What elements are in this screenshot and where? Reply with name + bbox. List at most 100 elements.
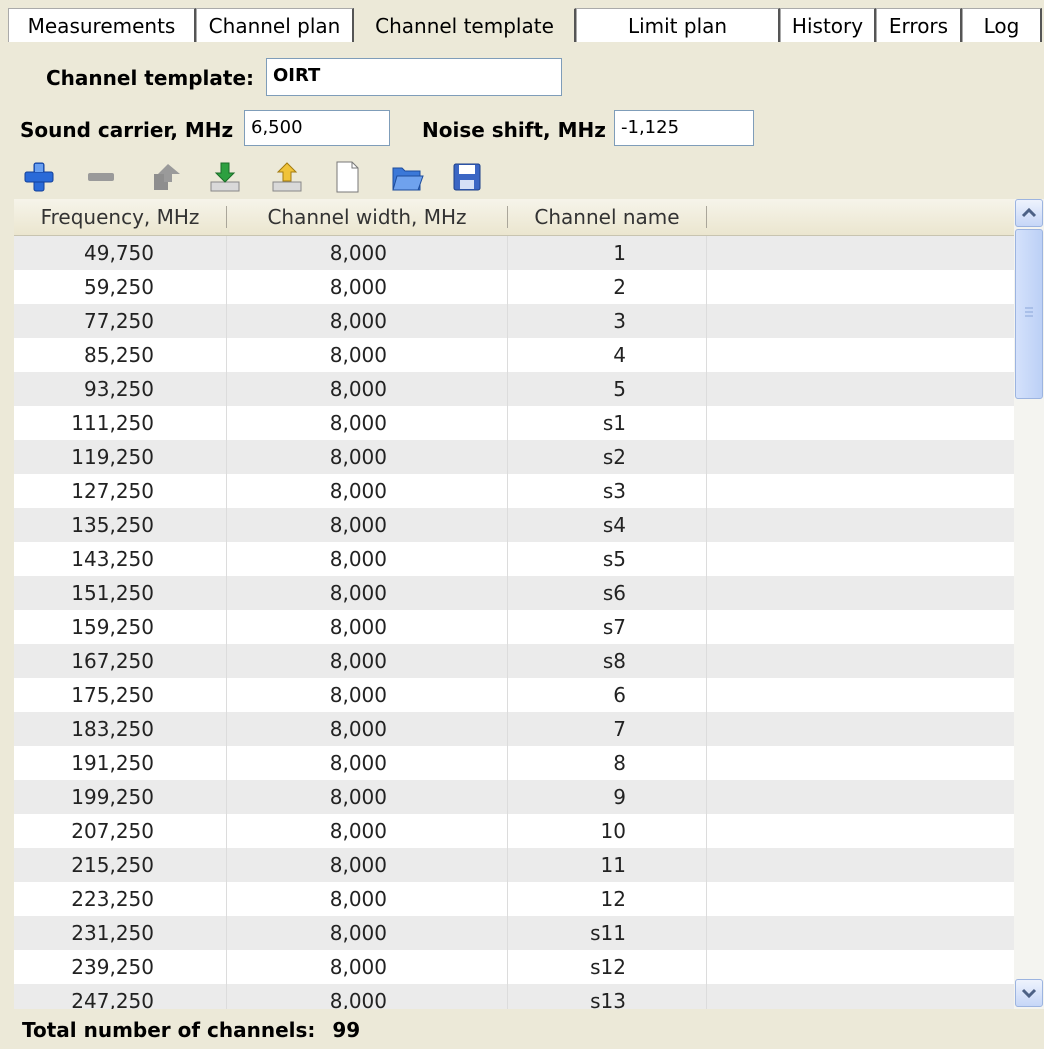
- table-row[interactable]: 183,250 8,000 7: [14, 712, 1014, 746]
- table-row[interactable]: 119,250 8,000 s2: [14, 440, 1014, 474]
- frequency-cell[interactable]: 247,250: [14, 984, 154, 1009]
- table-row[interactable]: 135,250 8,000 s4: [14, 508, 1014, 542]
- sound-carrier-input[interactable]: 6,500: [244, 110, 390, 146]
- table-row[interactable]: 175,250 8,000 6: [14, 678, 1014, 712]
- channel-name-cell[interactable]: 4: [508, 338, 626, 372]
- table-row[interactable]: 49,750 8,000 1: [14, 236, 1014, 270]
- tab-errors[interactable]: Errors: [876, 8, 962, 42]
- frequency-cell[interactable]: 93,250: [14, 372, 154, 406]
- scroll-thumb[interactable]: [1015, 229, 1043, 399]
- table-row[interactable]: 199,250 8,000 9: [14, 780, 1014, 814]
- frequency-cell[interactable]: 231,250: [14, 916, 154, 950]
- remove-icon[interactable]: [84, 160, 118, 194]
- frequency-cell[interactable]: 143,250: [14, 542, 154, 576]
- frequency-cell[interactable]: 77,250: [14, 304, 154, 338]
- frequency-cell[interactable]: 119,250: [14, 440, 154, 474]
- table-row[interactable]: 159,250 8,000 s7: [14, 610, 1014, 644]
- channel-width-cell[interactable]: 8,000: [227, 780, 387, 814]
- channel-width-cell[interactable]: 8,000: [227, 474, 387, 508]
- frequency-cell[interactable]: 167,250: [14, 644, 154, 678]
- column-separator[interactable]: [706, 206, 707, 228]
- scroll-up-button[interactable]: [1015, 199, 1043, 227]
- new-document-icon[interactable]: [330, 160, 364, 194]
- channel-name-cell[interactable]: 10: [508, 814, 626, 848]
- channel-width-cell[interactable]: 8,000: [227, 440, 387, 474]
- channel-width-cell[interactable]: 8,000: [227, 610, 387, 644]
- table-row[interactable]: 247,250 8,000 s13: [14, 984, 1014, 1009]
- tab-history[interactable]: History: [780, 8, 876, 42]
- frequency-cell[interactable]: 111,250: [14, 406, 154, 440]
- channel-width-cell[interactable]: 8,000: [227, 372, 387, 406]
- channel-name-cell[interactable]: 7: [508, 712, 626, 746]
- channel-name-cell[interactable]: 8: [508, 746, 626, 780]
- channel-name-cell[interactable]: 12: [508, 882, 626, 916]
- move-up-icon[interactable]: [148, 160, 182, 194]
- channel-width-cell[interactable]: 8,000: [227, 236, 387, 270]
- frequency-cell[interactable]: 207,250: [14, 814, 154, 848]
- table-row[interactable]: 207,250 8,000 10: [14, 814, 1014, 848]
- frequency-cell[interactable]: 49,750: [14, 236, 154, 270]
- table-row[interactable]: 167,250 8,000 s8: [14, 644, 1014, 678]
- channel-name-cell[interactable]: s7: [508, 610, 626, 644]
- channel-width-cell[interactable]: 8,000: [227, 984, 387, 1009]
- table-row[interactable]: 127,250 8,000 s3: [14, 474, 1014, 508]
- channel-name-cell[interactable]: 1: [508, 236, 626, 270]
- table-row[interactable]: 223,250 8,000 12: [14, 882, 1014, 916]
- tab-log[interactable]: Log: [962, 8, 1042, 42]
- frequency-cell[interactable]: 175,250: [14, 678, 154, 712]
- table-row[interactable]: 231,250 8,000 s11: [14, 916, 1014, 950]
- tab-measurements[interactable]: Measurements: [8, 8, 196, 42]
- channel-width-cell[interactable]: 8,000: [227, 746, 387, 780]
- open-folder-icon[interactable]: [390, 160, 424, 194]
- channel-width-cell[interactable]: 8,000: [227, 882, 387, 916]
- frequency-cell[interactable]: 85,250: [14, 338, 154, 372]
- channel-name-cell[interactable]: 6: [508, 678, 626, 712]
- import-icon[interactable]: [208, 160, 242, 194]
- channel-width-cell[interactable]: 8,000: [227, 950, 387, 984]
- frequency-cell[interactable]: 59,250: [14, 270, 154, 304]
- channel-template-input[interactable]: OIRT: [266, 58, 562, 96]
- channel-width-cell[interactable]: 8,000: [227, 338, 387, 372]
- frequency-cell[interactable]: 199,250: [14, 780, 154, 814]
- channel-width-cell[interactable]: 8,000: [227, 678, 387, 712]
- table-row[interactable]: 59,250 8,000 2: [14, 270, 1014, 304]
- table-row[interactable]: 191,250 8,000 8: [14, 746, 1014, 780]
- frequency-cell[interactable]: 239,250: [14, 950, 154, 984]
- channel-name-cell[interactable]: s5: [508, 542, 626, 576]
- frequency-cell[interactable]: 191,250: [14, 746, 154, 780]
- column-header-channel-name[interactable]: Channel name: [508, 199, 706, 235]
- channel-name-cell[interactable]: s12: [508, 950, 626, 984]
- channel-name-cell[interactable]: s6: [508, 576, 626, 610]
- save-icon[interactable]: [450, 160, 484, 194]
- table-row[interactable]: 77,250 8,000 3: [14, 304, 1014, 338]
- vertical-scrollbar[interactable]: [1014, 199, 1044, 1009]
- frequency-cell[interactable]: 135,250: [14, 508, 154, 542]
- table-row[interactable]: 111,250 8,000 s1: [14, 406, 1014, 440]
- frequency-cell[interactable]: 215,250: [14, 848, 154, 882]
- frequency-cell[interactable]: 223,250: [14, 882, 154, 916]
- channel-width-cell[interactable]: 8,000: [227, 270, 387, 304]
- channel-width-cell[interactable]: 8,000: [227, 644, 387, 678]
- channel-width-cell[interactable]: 8,000: [227, 848, 387, 882]
- channel-name-cell[interactable]: 9: [508, 780, 626, 814]
- table-row[interactable]: 143,250 8,000 s5: [14, 542, 1014, 576]
- channel-width-cell[interactable]: 8,000: [227, 916, 387, 950]
- column-header-frequency[interactable]: Frequency, MHz: [14, 199, 226, 235]
- channel-name-cell[interactable]: s1: [508, 406, 626, 440]
- channel-name-cell[interactable]: s11: [508, 916, 626, 950]
- tab-limit-plan[interactable]: Limit plan: [576, 8, 780, 42]
- frequency-cell[interactable]: 159,250: [14, 610, 154, 644]
- frequency-cell[interactable]: 127,250: [14, 474, 154, 508]
- channel-name-cell[interactable]: 3: [508, 304, 626, 338]
- table-row[interactable]: 215,250 8,000 11: [14, 848, 1014, 882]
- channel-width-cell[interactable]: 8,000: [227, 406, 387, 440]
- channel-name-cell[interactable]: s4: [508, 508, 626, 542]
- column-header-channel-width[interactable]: Channel width, MHz: [227, 199, 507, 235]
- export-icon[interactable]: [270, 160, 304, 194]
- channel-width-cell[interactable]: 8,000: [227, 508, 387, 542]
- channel-width-cell[interactable]: 8,000: [227, 814, 387, 848]
- channel-width-cell[interactable]: 8,000: [227, 712, 387, 746]
- channel-name-cell[interactable]: 11: [508, 848, 626, 882]
- table-row[interactable]: 93,250 8,000 5: [14, 372, 1014, 406]
- channel-name-cell[interactable]: 5: [508, 372, 626, 406]
